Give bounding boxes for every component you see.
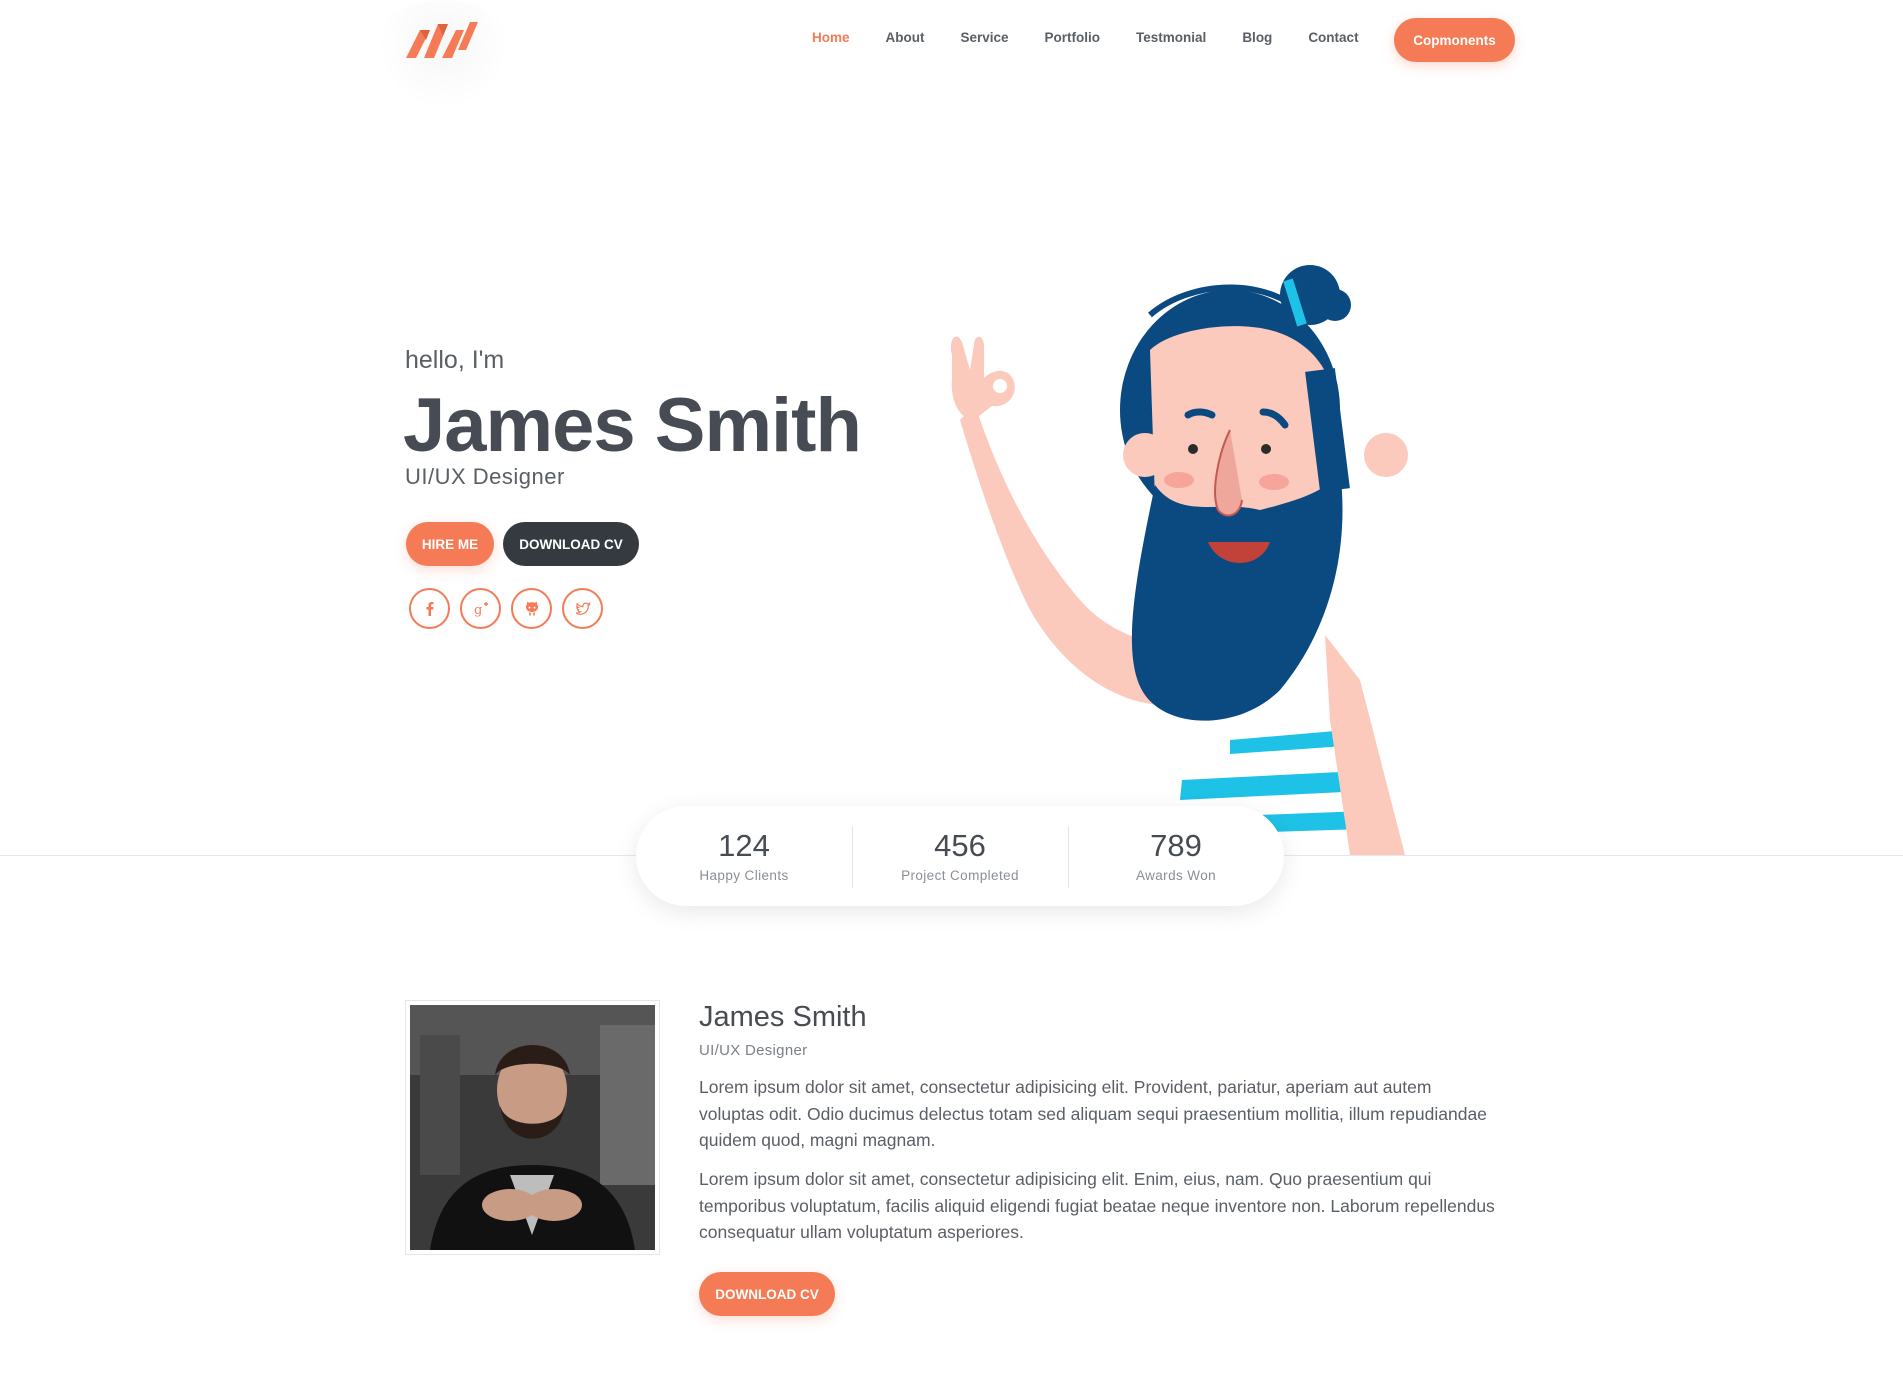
- twitter-link[interactable]: [562, 588, 603, 629]
- stat-value: 124: [718, 828, 770, 863]
- stat-label: Happy Clients: [699, 868, 789, 883]
- about-paragraph-1: Lorem ipsum dolor sit amet, consectetur …: [699, 1077, 1487, 1150]
- hire-me-button[interactable]: HIRE ME: [406, 522, 494, 566]
- github-link[interactable]: [511, 588, 552, 629]
- top-navbar: Home About Service Portfolio Testmonial …: [0, 0, 1903, 110]
- hero-greeting: hello, I'm: [405, 346, 505, 374]
- svg-text:g: g: [474, 603, 482, 618]
- nav-link-blog[interactable]: Blog: [1242, 30, 1272, 45]
- about-download-cv-button[interactable]: DOWNLOAD CV: [699, 1272, 835, 1316]
- nav-link-contact[interactable]: Contact: [1308, 30, 1358, 45]
- about-paragraph-2: Lorem ipsum dolor sit amet, consectetur …: [699, 1169, 1495, 1242]
- stat-value: 789: [1150, 828, 1202, 863]
- nav-link-home[interactable]: Home: [812, 30, 850, 45]
- bearded-man-illustration: [950, 265, 1408, 855]
- download-cv-button[interactable]: DOWNLOAD CV: [503, 522, 639, 566]
- hero-name: James Smith: [403, 383, 862, 468]
- nav-link-testimonial[interactable]: Testmonial: [1136, 30, 1206, 45]
- about-role: UI/UX Designer: [699, 1042, 808, 1059]
- social-links: g: [409, 588, 603, 629]
- stat-value: 456: [934, 828, 986, 863]
- github-icon: [525, 601, 538, 615]
- brand-logo[interactable]: [406, 20, 480, 60]
- nav-links: Home About Service Portfolio Testmonial …: [812, 30, 1395, 45]
- stat-label: Awards Won: [1135, 868, 1217, 883]
- nav-link-service[interactable]: Service: [961, 30, 1009, 45]
- profile-photo: [410, 1005, 655, 1250]
- stat-awards-won: 789 Awards Won: [1068, 826, 1284, 888]
- stat-projects-completed: 456 Project Completed: [852, 826, 1068, 888]
- facebook-link[interactable]: [409, 588, 450, 629]
- nav-link-about[interactable]: About: [886, 30, 925, 45]
- stat-happy-clients: 124 Happy Clients: [636, 826, 852, 886]
- google-plus-link[interactable]: g: [460, 588, 501, 629]
- stats-card: 124 Happy Clients 456 Project Completed …: [636, 806, 1284, 906]
- facebook-icon: [425, 601, 433, 616]
- components-button[interactable]: Copmonents: [1394, 18, 1515, 62]
- twitter-icon: [575, 601, 591, 615]
- stat-label: Project Completed: [901, 868, 1019, 883]
- google-plus-icon: g: [474, 601, 488, 618]
- about-name: James Smith: [699, 1001, 867, 1033]
- hero-role: UI/UX Designer: [405, 464, 565, 489]
- profile-photo-frame: [405, 1000, 660, 1255]
- nav-link-portfolio[interactable]: Portfolio: [1045, 30, 1101, 45]
